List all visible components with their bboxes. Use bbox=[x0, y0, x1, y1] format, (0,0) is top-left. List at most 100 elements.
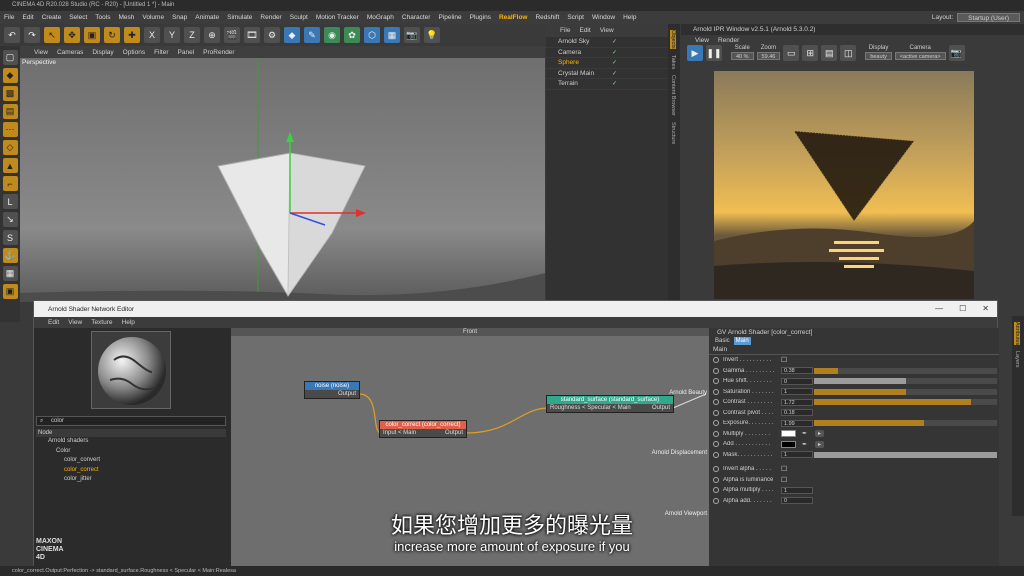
menu-mesh[interactable]: Mesh bbox=[118, 14, 134, 21]
attr-tab-basic[interactable]: Basic bbox=[713, 337, 732, 345]
attribute-slider[interactable] bbox=[814, 399, 997, 406]
tree-item[interactable]: color_correct bbox=[36, 466, 226, 476]
eyedropper-icon[interactable]: ✒ bbox=[802, 430, 807, 437]
menu-realflow[interactable]: RealFlow bbox=[499, 14, 528, 21]
move-icon[interactable]: ✥ bbox=[64, 27, 80, 43]
cube-icon[interactable]: ◆ bbox=[284, 27, 300, 43]
viewport-menu-display[interactable]: Display bbox=[92, 49, 113, 56]
menu-edit[interactable]: Edit bbox=[22, 14, 33, 21]
animate-dot-icon[interactable] bbox=[713, 388, 719, 395]
render-settings-icon[interactable]: ⚙ bbox=[264, 27, 280, 43]
points-mode-icon[interactable]: ⋯ bbox=[2, 122, 18, 137]
zoom-field[interactable]: 59.46 bbox=[756, 52, 781, 60]
node-cc-input[interactable]: Input < Main bbox=[383, 429, 416, 437]
menu-redshift[interactable]: Redshift bbox=[535, 14, 559, 21]
menu-help[interactable]: Help bbox=[623, 14, 636, 21]
node-noise[interactable]: noise (noise) Output bbox=[304, 381, 360, 399]
side-tab-objects[interactable]: Objects bbox=[670, 30, 676, 49]
ipr-menu-render[interactable]: Render bbox=[718, 37, 739, 44]
tree-item[interactable]: Arnold shaders bbox=[36, 437, 226, 447]
animate-dot-icon[interactable] bbox=[713, 420, 719, 427]
node-noise-output[interactable]: Output bbox=[338, 390, 356, 398]
attribute-slider[interactable] bbox=[814, 420, 997, 427]
attribute-checkbox[interactable]: ☐ bbox=[781, 465, 787, 473]
lock-workplane-icon[interactable]: ▣ bbox=[2, 284, 18, 299]
subdivision-icon[interactable]: ◉ bbox=[324, 27, 340, 43]
close-icon[interactable]: ✕ bbox=[982, 304, 989, 313]
right-tab-attributes[interactable]: Attributes bbox=[1014, 322, 1020, 346]
attribute-value-field[interactable]: 0 bbox=[781, 497, 813, 505]
attribute-value-field[interactable]: 1.99 bbox=[781, 419, 813, 427]
menu-file[interactable]: File bbox=[4, 14, 14, 21]
animate-dot-icon[interactable] bbox=[713, 466, 719, 473]
attribute-slider[interactable] bbox=[814, 451, 997, 458]
om-menu-view[interactable]: View bbox=[600, 27, 614, 34]
region-icon[interactable]: ▭ bbox=[783, 45, 800, 61]
animate-dot-icon[interactable] bbox=[713, 476, 719, 483]
snap-icon[interactable]: S bbox=[2, 230, 18, 245]
tree-item[interactable]: color_jitter bbox=[36, 475, 226, 485]
menu-window[interactable]: Window bbox=[592, 14, 615, 21]
grid-icon[interactable]: ▦ bbox=[2, 266, 18, 281]
side-tab-takes[interactable]: Takes bbox=[670, 55, 676, 69]
menu-simulate[interactable]: Simulate bbox=[227, 14, 252, 21]
animate-dot-icon[interactable] bbox=[713, 357, 719, 364]
menu-snap[interactable]: Snap bbox=[172, 14, 187, 21]
compare-icon[interactable]: ◫ bbox=[840, 45, 857, 61]
attribute-value-field[interactable]: 1 bbox=[781, 451, 813, 459]
channel-icon[interactable]: ▤ bbox=[821, 45, 838, 61]
animate-dot-icon[interactable] bbox=[713, 399, 719, 406]
maximize-icon[interactable]: ☐ bbox=[959, 304, 966, 313]
scale-field[interactable]: 40 % bbox=[731, 52, 754, 60]
attribute-value-field[interactable]: 1.72 bbox=[781, 398, 813, 406]
light-icon[interactable]: 💡 bbox=[424, 27, 440, 43]
attribute-slider[interactable] bbox=[814, 367, 997, 374]
shader-menu-view[interactable]: View bbox=[68, 319, 82, 326]
port-arnold-displacement[interactable]: Arnold Displacement bbox=[652, 450, 707, 456]
side-tab-content-browser[interactable]: Content Browser bbox=[670, 75, 676, 116]
menu-tools[interactable]: Tools bbox=[95, 14, 110, 21]
make-editable-icon[interactable]: ▢ bbox=[2, 50, 18, 65]
menu-pipeline[interactable]: Pipeline bbox=[438, 14, 461, 21]
polygons-mode-icon[interactable]: ▲ bbox=[2, 158, 18, 173]
viewport-menu-prorender[interactable]: ProRender bbox=[203, 49, 234, 56]
node-cc-output[interactable]: Output bbox=[445, 429, 463, 437]
eyedropper-icon[interactable]: ✒ bbox=[802, 441, 807, 448]
render-view-icon[interactable]: 🎬 bbox=[224, 27, 240, 43]
visibility-check-icon[interactable]: ✓ bbox=[612, 38, 617, 45]
node-ss-input[interactable]: Roughness < Specular < Main bbox=[550, 404, 631, 412]
magnet-icon[interactable]: ⚓ bbox=[2, 248, 18, 263]
menu-create[interactable]: Create bbox=[42, 14, 62, 21]
pen-icon[interactable]: ✎ bbox=[304, 27, 320, 43]
axis-x-button[interactable]: X bbox=[144, 27, 160, 43]
shader-menu-edit[interactable]: Edit bbox=[48, 319, 59, 326]
right-tab-layers[interactable]: Layers bbox=[1014, 351, 1020, 368]
node-color-correct[interactable]: color_correct (color_correct) Input < Ma… bbox=[379, 420, 467, 438]
model-mode-icon[interactable]: ◆ bbox=[2, 68, 18, 83]
menu-plugins[interactable]: Plugins bbox=[470, 14, 491, 21]
animate-dot-icon[interactable] bbox=[713, 430, 719, 437]
port-arnold-beauty[interactable]: Arnold Beauty bbox=[669, 390, 707, 396]
visibility-check-icon[interactable]: ✓ bbox=[612, 70, 617, 77]
attribute-slider[interactable] bbox=[814, 378, 997, 385]
object-row[interactable]: Crystal Main ✓ bbox=[546, 69, 668, 79]
play-icon[interactable]: ▶ bbox=[687, 45, 703, 61]
menu-character[interactable]: Character bbox=[402, 14, 431, 21]
om-menu-edit[interactable]: Edit bbox=[579, 27, 590, 34]
scale-icon[interactable]: ▣ bbox=[84, 27, 100, 43]
display-dropdown[interactable]: beauty bbox=[865, 52, 892, 60]
floor-icon[interactable]: ▦ bbox=[384, 27, 400, 43]
menu-volume[interactable]: Volume bbox=[142, 14, 164, 21]
animate-dot-icon[interactable] bbox=[713, 378, 719, 385]
render-picture-viewer-icon[interactable]: 🎞 bbox=[244, 27, 260, 43]
viewport[interactable]: Perspective bbox=[20, 58, 545, 302]
object-row[interactable]: Sphere ✓ bbox=[546, 58, 668, 69]
tree-item[interactable]: Color bbox=[36, 447, 226, 457]
texture-mode-icon[interactable]: ▩ bbox=[2, 86, 18, 101]
animate-dot-icon[interactable] bbox=[713, 409, 719, 416]
crop-icon[interactable]: ⊞ bbox=[802, 45, 819, 61]
viewport-menu-cameras[interactable]: Cameras bbox=[57, 49, 83, 56]
attribute-value-field[interactable]: 1 bbox=[781, 486, 813, 494]
viewport-menu-filter[interactable]: Filter bbox=[154, 49, 168, 56]
visibility-check-icon[interactable]: ✓ bbox=[612, 49, 617, 56]
